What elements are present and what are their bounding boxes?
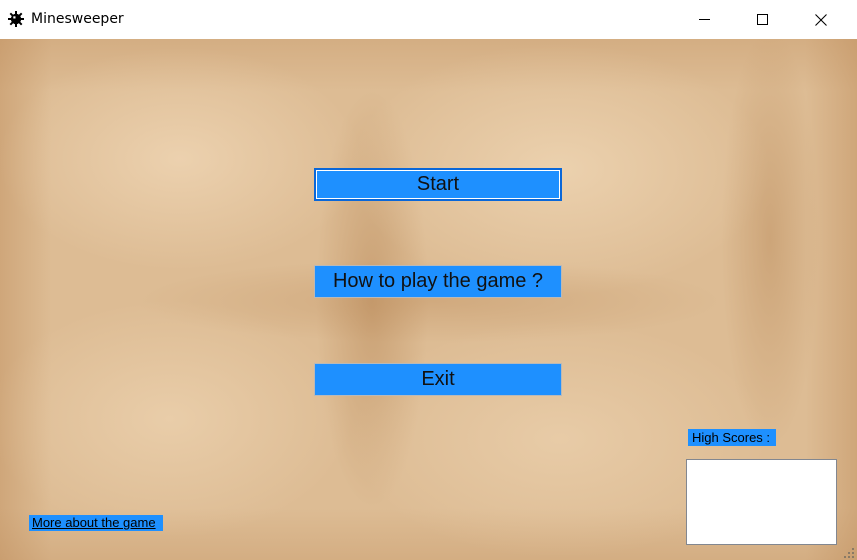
maximize-button[interactable] — [733, 0, 791, 39]
exit-button[interactable]: Exit — [314, 363, 562, 396]
high-scores-list[interactable] — [686, 459, 837, 545]
window-title: Minesweeper — [31, 11, 124, 27]
mine-icon — [7, 10, 25, 28]
minimize-icon — [698, 14, 710, 25]
close-button[interactable] — [791, 0, 851, 39]
maximize-icon — [756, 14, 768, 25]
start-button[interactable]: Start — [314, 168, 562, 201]
title-bar[interactable]: Minesweeper — [0, 0, 857, 39]
resize-grip-icon[interactable] — [843, 546, 855, 558]
how-to-play-button[interactable]: How to play the game ? — [314, 265, 562, 298]
close-icon — [815, 13, 827, 26]
high-scores-label: High Scores : — [688, 429, 777, 446]
more-about-game-link[interactable]: More about the game — [29, 515, 163, 531]
minimize-button[interactable] — [675, 0, 733, 39]
minesweeper-window: Minesweeper Start How to play the game ?… — [0, 0, 857, 560]
game-menu-panel: Start How to play the game ? Exit More a… — [0, 39, 857, 560]
